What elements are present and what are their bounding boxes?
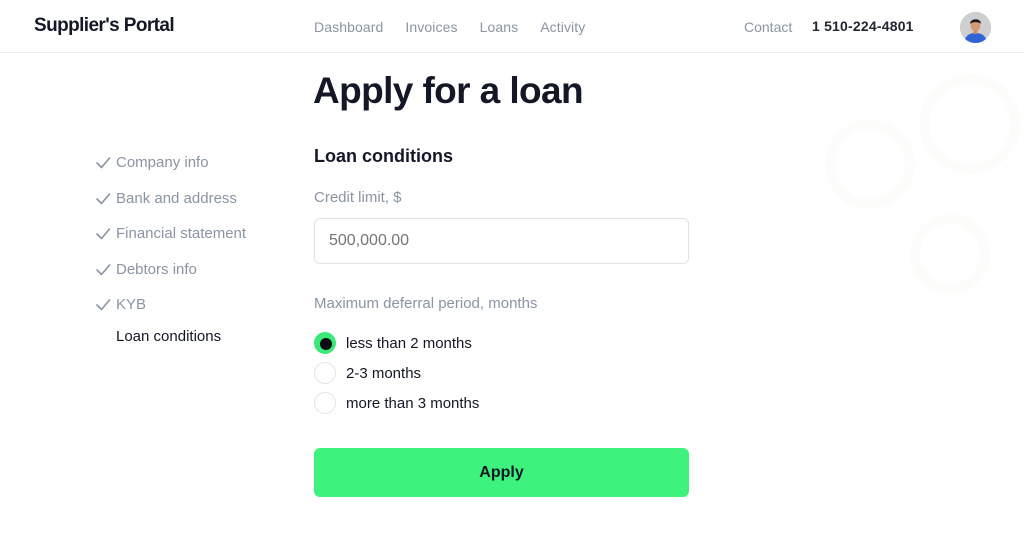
user-avatar-icon xyxy=(960,12,991,43)
step-financial-statement[interactable]: Financial statement xyxy=(96,225,246,261)
credit-limit-input[interactable] xyxy=(314,218,689,264)
nav-loans[interactable]: Loans xyxy=(480,19,519,35)
step-loan-conditions[interactable]: Loan conditions xyxy=(96,328,221,358)
step-label: Debtors info xyxy=(116,260,197,278)
check-icon xyxy=(96,157,111,169)
radio-button[interactable] xyxy=(314,362,336,384)
deferral-option-more-than-3[interactable]: more than 3 months xyxy=(314,388,479,418)
step-kyb[interactable]: KYB xyxy=(96,296,146,332)
deferral-option-less-than-2[interactable]: less than 2 months xyxy=(314,328,479,358)
application-steps: Company info Bank and address Financial … xyxy=(96,154,246,358)
nav-activity[interactable]: Activity xyxy=(540,19,585,35)
contact-link[interactable]: Contact xyxy=(744,19,792,35)
main-nav: Dashboard Invoices Loans Activity xyxy=(314,19,585,35)
nav-invoices[interactable]: Invoices xyxy=(405,19,457,35)
nav-dashboard[interactable]: Dashboard xyxy=(314,19,383,35)
radio-label: less than 2 months xyxy=(346,334,472,352)
deferral-period-options: less than 2 months 2-3 months more than … xyxy=(314,328,479,418)
step-debtors-info[interactable]: Debtors info xyxy=(96,261,197,297)
page-title: Apply for a loan xyxy=(313,70,584,111)
top-navigation-bar: Supplier's Portal Dashboard Invoices Loa… xyxy=(0,0,1024,53)
check-icon xyxy=(96,228,111,240)
check-icon xyxy=(96,299,111,311)
radio-button[interactable] xyxy=(314,392,336,414)
step-label: Financial statement xyxy=(116,225,247,242)
step-label: Loan conditions xyxy=(116,327,222,345)
background-pattern xyxy=(825,74,1020,294)
deferral-option-2-3[interactable]: 2-3 months xyxy=(314,358,479,388)
step-label: KYB xyxy=(116,296,147,313)
deferral-period-label: Maximum deferral period, months xyxy=(314,295,538,312)
radio-label: more than 3 months xyxy=(346,394,480,412)
step-bank-and-address[interactable]: Bank and address xyxy=(96,190,237,226)
check-icon xyxy=(96,263,111,275)
radio-label: 2-3 months xyxy=(346,364,422,382)
phone-number: 1 510-224-4801 xyxy=(812,18,914,34)
portal-logo[interactable]: Supplier's Portal xyxy=(34,15,175,37)
step-company-info[interactable]: Company info xyxy=(96,154,209,190)
step-label: Bank and address xyxy=(116,189,237,207)
check-icon xyxy=(96,192,111,204)
radio-button-checked[interactable] xyxy=(314,332,336,354)
user-avatar[interactable] xyxy=(960,12,991,43)
step-label: Company info xyxy=(116,154,209,171)
credit-limit-label: Credit limit, $ xyxy=(314,189,402,206)
apply-button[interactable]: Apply xyxy=(314,448,689,497)
section-title: Loan conditions xyxy=(314,146,453,166)
